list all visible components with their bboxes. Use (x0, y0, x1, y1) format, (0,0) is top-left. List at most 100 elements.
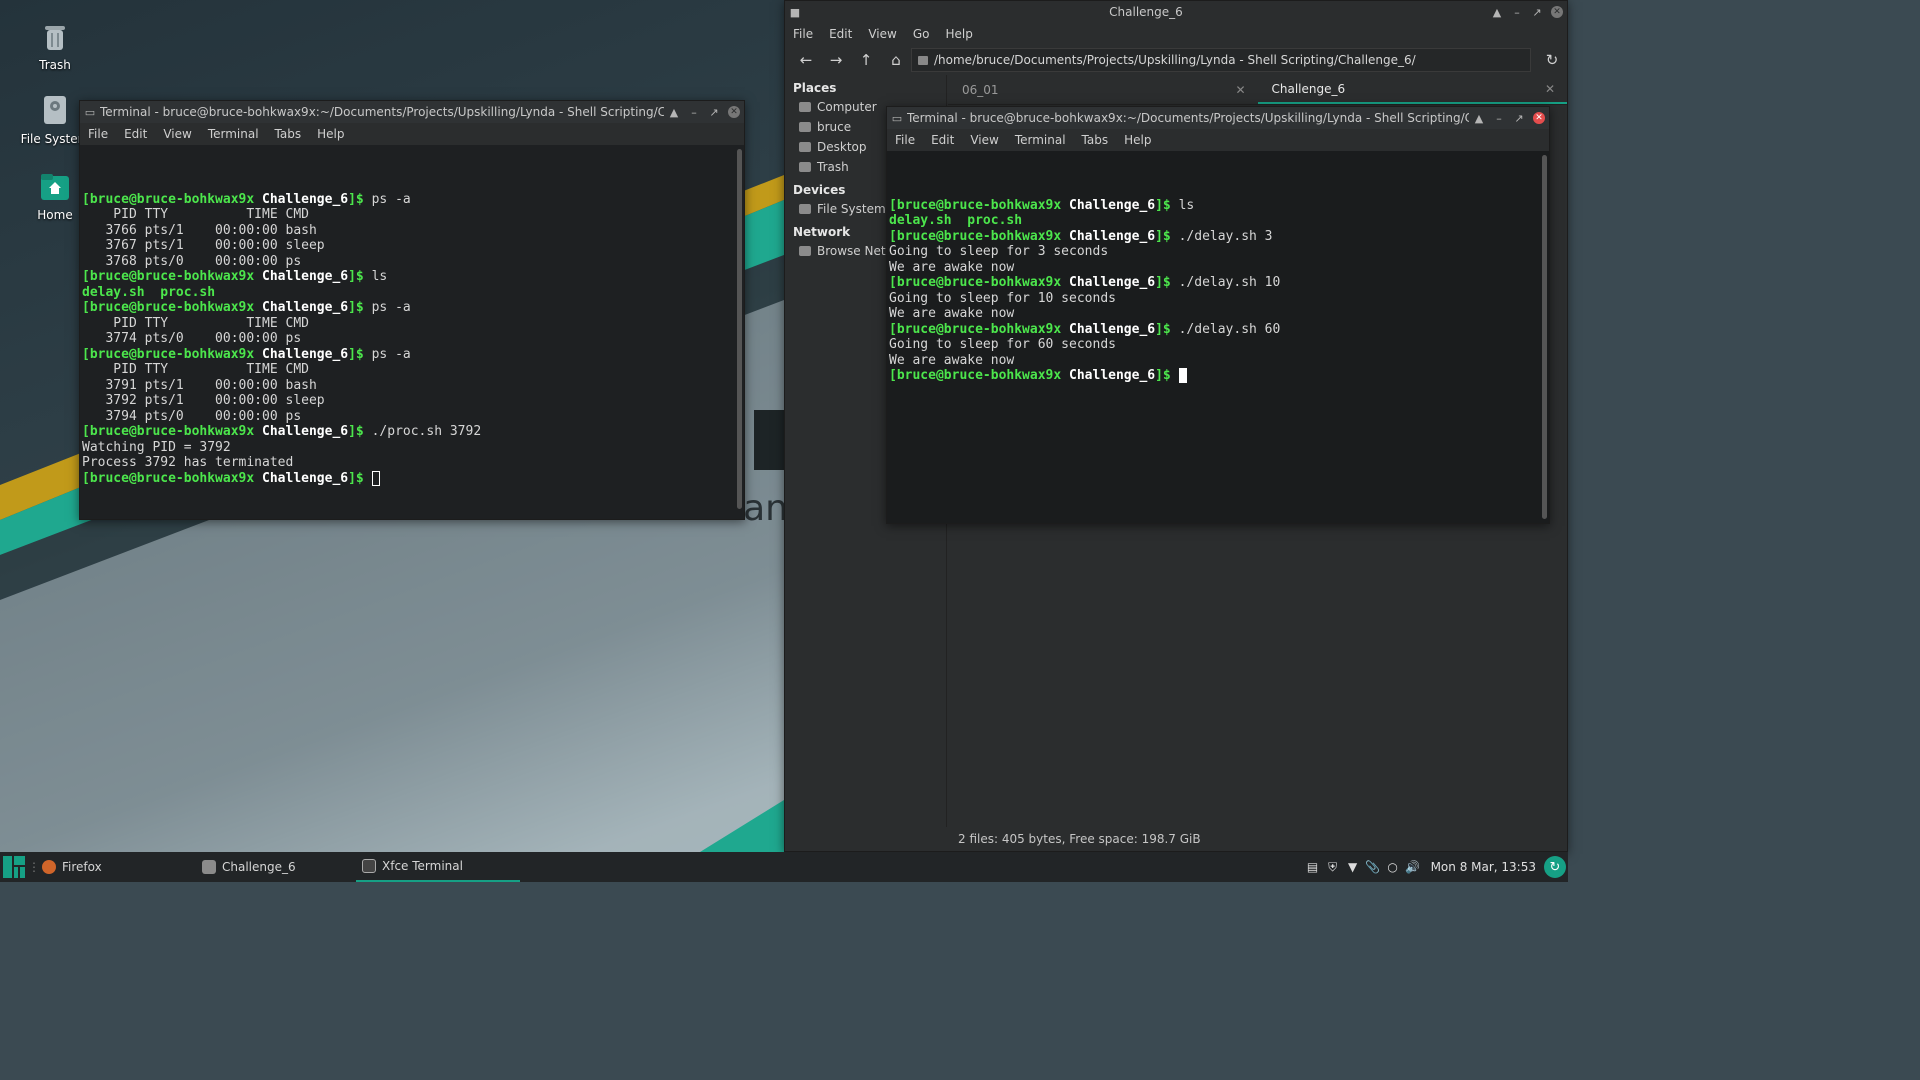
menu-edit[interactable]: Edit (821, 27, 860, 41)
prompt-directory: Challenge_6 (1069, 321, 1156, 337)
right-terminal-titlebar[interactable]: ▭ Terminal - bruce@bruce-bohkwax9x:~/Doc… (887, 107, 1549, 129)
terminal-line: Going to sleep for 3 seconds (889, 244, 1547, 260)
terminal-line: [bruce@bruce-bohkwax9x Challenge_6]$ ./d… (889, 275, 1547, 291)
prompt-directory: Challenge_6 (262, 424, 349, 439)
terminal-line: 3794 pts/0 00:00:00 ps (82, 409, 742, 425)
terminal-line: [bruce@bruce-bohkwax9x Challenge_6]$ (889, 368, 1547, 384)
clipboard-icon[interactable]: ▤ (1304, 859, 1322, 875)
security-shield-icon[interactable]: ⛨ (1324, 859, 1342, 875)
desktop-home-label: Home (37, 208, 73, 222)
minimize-icon[interactable]: – (1507, 2, 1527, 22)
menu-file[interactable]: File (887, 133, 923, 147)
terminal-line: [bruce@bruce-bohkwax9x Challenge_6]$ ps … (82, 347, 742, 363)
left-terminal-titlebar[interactable]: ▭ Terminal - bruce@bruce-bohkwax9x:~/Doc… (80, 101, 744, 123)
paperclip-icon[interactable]: 📎 (1364, 859, 1382, 875)
prompt-symbol: ]$ (348, 191, 364, 207)
home-icon[interactable]: ⌂ (881, 47, 911, 73)
menu-file[interactable]: File (80, 127, 116, 141)
clock[interactable]: Mon 8 Mar, 13:53 (1423, 860, 1544, 874)
menu-tabs[interactable]: Tabs (267, 127, 310, 141)
prompt-directory: Challenge_6 (262, 269, 349, 284)
prompt-symbol: ]$ (348, 424, 364, 439)
network-wifi-icon[interactable]: ▼ (1344, 859, 1362, 875)
close-icon[interactable]: ✕ (1529, 108, 1549, 128)
maximize-icon[interactable]: ↗ (704, 102, 724, 122)
command-text: ps -a (363, 191, 411, 207)
menu-help[interactable]: Help (1116, 133, 1159, 147)
terminal-line: [bruce@bruce-bohkwax9x Challenge_6]$ ps … (82, 192, 742, 208)
terminal-app-icon: ▭ (84, 105, 96, 119)
back-arrow-icon[interactable]: ← (791, 47, 821, 73)
menu-terminal[interactable]: Terminal (1007, 133, 1074, 147)
menu-view[interactable]: View (962, 133, 1006, 147)
menu-view[interactable]: View (155, 127, 199, 141)
menu-go[interactable]: Go (905, 27, 938, 41)
shade-icon[interactable]: ▲ (664, 102, 684, 122)
right-terminal-scrollbar[interactable] (1542, 155, 1547, 519)
app-menu-button[interactable] (0, 852, 28, 882)
terminal-cursor (371, 470, 380, 486)
update-icon[interactable]: ↻ (1544, 856, 1566, 878)
close-icon[interactable]: ✕ (724, 102, 744, 122)
output-text: PID TTY TIME CMD (82, 207, 309, 222)
reload-icon[interactable]: ↻ (1537, 47, 1567, 73)
task-xfce-terminal[interactable]: Xfce Terminal (356, 852, 520, 882)
terminal-line: 3774 pts/0 00:00:00 ps (82, 331, 742, 347)
volume-icon[interactable]: 🔊 (1404, 859, 1422, 875)
menu-help[interactable]: Help (937, 27, 980, 41)
up-arrow-icon[interactable]: ↑ (851, 47, 881, 73)
prompt-symbol: ]$ (348, 470, 364, 486)
output-text: We are awake now (889, 259, 1015, 275)
terminal-line: delay.sh proc.sh (82, 285, 742, 301)
command-text: ls (1170, 197, 1195, 213)
shade-icon[interactable]: ▲ (1469, 108, 1489, 128)
maximize-icon[interactable]: ↗ (1509, 108, 1529, 128)
close-icon[interactable]: ✕ (1547, 2, 1567, 22)
command-text: ./delay.sh 10 (1170, 275, 1281, 290)
tab-06-01[interactable]: 06_01 ✕ (948, 75, 1258, 104)
terminal-line: 3768 pts/0 00:00:00 ps (82, 254, 742, 270)
output-text: Going to sleep for 10 seconds (889, 290, 1116, 306)
menu-file[interactable]: File (785, 27, 821, 41)
task-challenge-6[interactable]: Challenge_6 (196, 852, 356, 882)
menu-tabs[interactable]: Tabs (1074, 133, 1117, 147)
minimize-icon[interactable]: – (1489, 108, 1509, 128)
terminal-line: [bruce@bruce-bohkwax9x Challenge_6]$ ps … (82, 300, 742, 316)
prompt-directory: Challenge_6 (262, 300, 349, 315)
output-text: 3766 pts/1 00:00:00 bash (82, 222, 317, 238)
shade-icon[interactable]: ▲ (1487, 2, 1507, 22)
forward-arrow-icon[interactable]: → (821, 47, 851, 73)
minimize-icon[interactable]: – (684, 102, 704, 122)
prompt-user-host: [bruce@bruce-bohkwax9x (82, 300, 255, 315)
desktop-trash-label: Trash (39, 58, 71, 72)
menu-terminal[interactable]: Terminal (200, 127, 267, 141)
sidebar-item-label: bruce (817, 120, 852, 134)
tab-challenge-6[interactable]: Challenge_6 ✕ (1257, 75, 1567, 104)
output-text: 3792 pts/1 00:00:00 sleep (82, 393, 325, 408)
task-firefox[interactable]: Firefox (36, 852, 196, 882)
left-terminal-scrollbar[interactable] (737, 149, 742, 509)
right-terminal-output[interactable]: [bruce@bruce-bohkwax9x Challenge_6]$ ls d… (887, 151, 1549, 523)
output-text: 3794 pts/0 00:00:00 ps (82, 408, 302, 424)
location-bar[interactable]: /home/bruce/Documents/Projects/Upskillin… (911, 48, 1531, 72)
trash-icon (45, 26, 65, 50)
menu-view[interactable]: View (860, 27, 904, 41)
close-tab-icon[interactable]: ✕ (1235, 83, 1245, 97)
home-icon (799, 122, 811, 132)
maximize-icon[interactable]: ↗ (1527, 2, 1547, 22)
desktop-trash[interactable]: Trash (15, 20, 95, 72)
terminal-line: PID TTY TIME CMD (82, 207, 742, 223)
sidebar-item-label: File System (817, 202, 886, 216)
drive-icon (44, 96, 66, 124)
left-terminal-output[interactable]: [bruce@bruce-bohkwax9x Challenge_6]$ ps … (80, 145, 744, 519)
notifications-icon[interactable]: ○ (1384, 859, 1402, 875)
prompt-user-host: [bruce@bruce-bohkwax9x (82, 191, 255, 207)
menu-edit[interactable]: Edit (923, 133, 962, 147)
menu-edit[interactable]: Edit (116, 127, 155, 141)
left-terminal-window[interactable]: ▭ Terminal - bruce@bruce-bohkwax9x:~/Doc… (79, 100, 745, 520)
menu-help[interactable]: Help (309, 127, 352, 141)
close-tab-icon[interactable]: ✕ (1545, 82, 1555, 96)
file-manager-titlebar[interactable]: ■ Challenge_6 ▲ – ↗ ✕ (785, 1, 1567, 23)
right-terminal-window[interactable]: ▭ Terminal - bruce@bruce-bohkwax9x:~/Doc… (886, 106, 1550, 524)
file-manager-menubar: File Edit View Go Help (785, 23, 1567, 45)
